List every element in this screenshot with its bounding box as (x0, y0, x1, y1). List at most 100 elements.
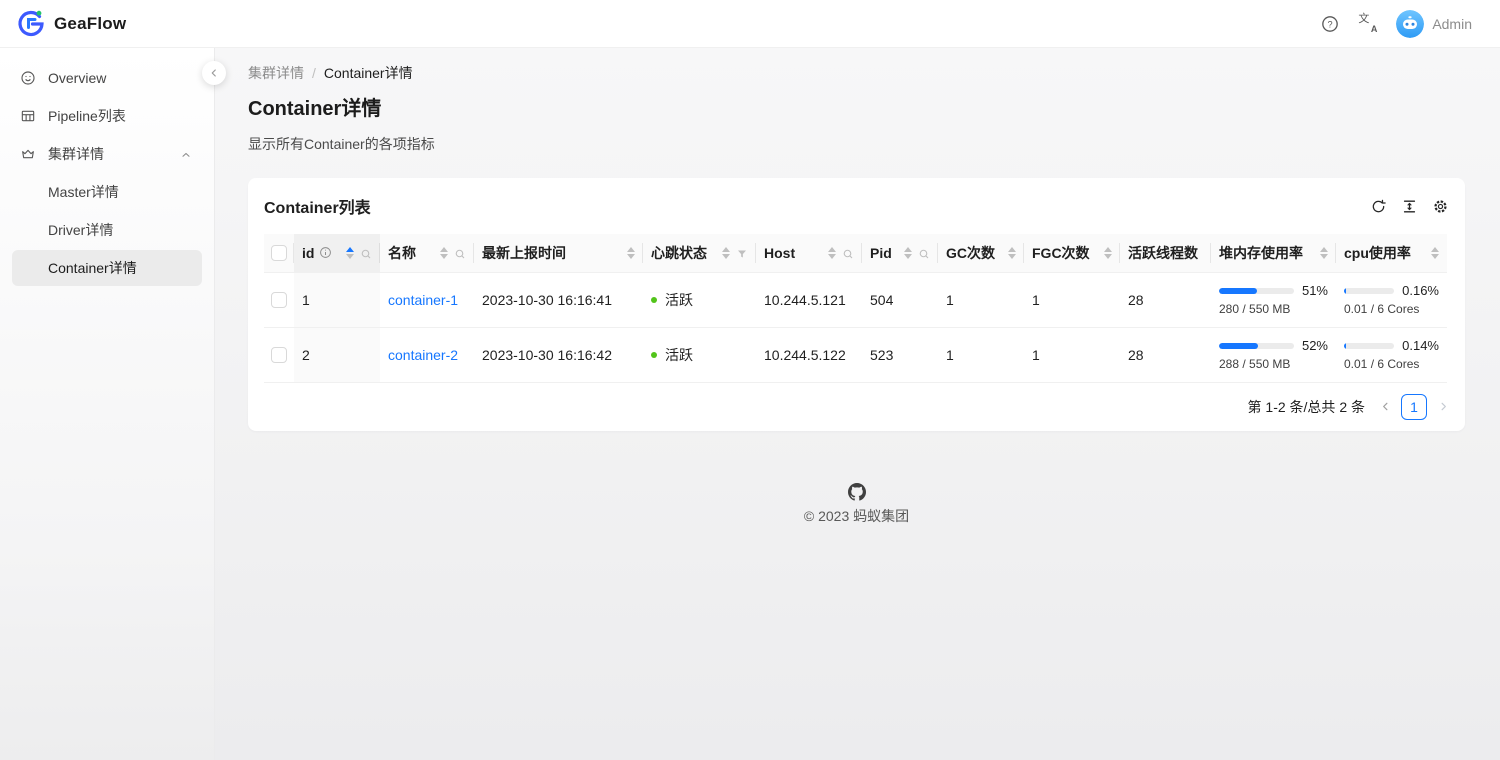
sort-icon[interactable] (1008, 247, 1016, 259)
sort-icon[interactable] (828, 247, 836, 259)
table-header-row: id (264, 234, 1447, 272)
main-layout: Overview Pipeline列表 集群详情 (0, 48, 1500, 760)
user-menu[interactable]: Admin (1396, 10, 1472, 38)
cpu-progress-bar (1344, 288, 1394, 294)
crown-icon (20, 146, 36, 162)
help-icon[interactable]: ? (1320, 14, 1340, 34)
cell-host: 10.244.5.122 (756, 327, 862, 382)
cell-report-time: 2023-10-30 16:16:42 (474, 327, 643, 382)
column-header-name[interactable]: 名称 (380, 234, 474, 272)
refresh-icon[interactable] (1370, 198, 1387, 215)
select-all-checkbox[interactable] (271, 245, 287, 261)
column-header-pid[interactable]: Pid (862, 234, 938, 272)
translation-icon[interactable]: 文 A (1358, 14, 1378, 34)
column-header-cpu[interactable]: cpu使用率 (1336, 234, 1447, 272)
cell-id: 2 (294, 327, 380, 382)
geaflow-logo-icon (16, 9, 46, 39)
column-header-heap[interactable]: 堆内存使用率 (1211, 234, 1336, 272)
breadcrumb-parent[interactable]: 集群详情 (248, 63, 304, 83)
table-icon (20, 108, 36, 124)
row-checkbox[interactable] (271, 347, 287, 363)
brand-logo-link[interactable]: GeaFlow (16, 9, 126, 39)
cell-fgc: 1 (1024, 272, 1120, 327)
cell-gc: 1 (938, 272, 1024, 327)
sidebar-item-container-detail[interactable]: Container详情 (12, 250, 202, 286)
content-area: 集群详情 / Container详情 Container详情 显示所有Conta… (215, 48, 1500, 760)
density-icon[interactable] (1401, 198, 1418, 215)
cell-pid: 523 (862, 327, 938, 382)
sidebar-item-label: Container详情 (48, 258, 137, 278)
heap-usage-metric: 51% 280 / 550 MB (1219, 283, 1328, 316)
sidebar-item-driver-detail[interactable]: Driver详情 (12, 212, 202, 248)
chevron-left-icon (208, 67, 220, 79)
pagination-page-1[interactable]: 1 (1401, 394, 1427, 420)
sort-icon[interactable] (440, 247, 448, 259)
column-header-fgc[interactable]: FGC次数 (1024, 234, 1120, 272)
container-link[interactable]: container-1 (388, 292, 458, 308)
card-toolbar (1370, 198, 1449, 215)
sort-icon[interactable] (1320, 247, 1328, 259)
svg-text:?: ? (1328, 19, 1333, 29)
container-link[interactable]: container-2 (388, 347, 458, 363)
sort-icon[interactable] (722, 247, 730, 259)
sidebar: Overview Pipeline列表 集群详情 (0, 48, 215, 760)
search-icon[interactable] (454, 247, 466, 259)
breadcrumb-current: Container详情 (324, 63, 413, 83)
brand-name: GeaFlow (54, 14, 126, 34)
github-icon[interactable] (848, 483, 866, 501)
container-table: id (264, 234, 1449, 383)
filter-funnel-icon[interactable] (736, 247, 748, 259)
column-header-host[interactable]: Host (756, 234, 862, 272)
pagination-summary: 第 1-2 条/总共 2 条 (1248, 397, 1365, 417)
settings-gear-icon[interactable] (1432, 198, 1449, 215)
search-icon[interactable] (842, 247, 854, 259)
sidebar-item-master-detail[interactable]: Master详情 (12, 174, 202, 210)
sidebar-item-pipeline-list[interactable]: Pipeline列表 (12, 98, 202, 134)
cell-pid: 504 (862, 272, 938, 327)
sort-icon[interactable] (346, 247, 354, 259)
column-header-gc[interactable]: GC次数 (938, 234, 1024, 272)
search-icon[interactable] (918, 247, 930, 259)
column-header-heartbeat[interactable]: 心跳状态 (643, 234, 756, 272)
cell-host: 10.244.5.121 (756, 272, 862, 327)
table-row: 2 container-2 2023-10-30 16:16:42 活跃 10 (264, 327, 1447, 382)
sort-icon[interactable] (904, 247, 912, 259)
breadcrumb: 集群详情 / Container详情 (248, 63, 1465, 83)
container-list-card: Container列表 (248, 178, 1465, 431)
search-icon[interactable] (360, 247, 372, 259)
user-name: Admin (1432, 16, 1472, 32)
status-badge: 活跃 (651, 290, 748, 310)
copyright-text: © 2023 蚂蚁集团 (804, 506, 909, 526)
pagination-prev-icon[interactable] (1379, 401, 1391, 413)
table-row: 1 container-1 2023-10-30 16:16:41 活跃 10 (264, 272, 1447, 327)
smile-icon (20, 70, 36, 86)
sort-icon[interactable] (1104, 247, 1112, 259)
cell-threads: 28 (1120, 327, 1211, 382)
cell-threads: 28 (1120, 272, 1211, 327)
page-title: Container详情 (248, 92, 1465, 121)
cell-report-time: 2023-10-30 16:16:41 (474, 272, 643, 327)
sort-icon[interactable] (627, 247, 635, 259)
column-header-report-time[interactable]: 最新上报时间 (474, 234, 643, 272)
chevron-up-icon (180, 148, 192, 160)
page-description: 显示所有Container的各项指标 (248, 134, 1465, 154)
sidebar-item-label: 集群详情 (48, 144, 104, 164)
cell-gc: 1 (938, 327, 1024, 382)
cell-fgc: 1 (1024, 327, 1120, 382)
pagination-next-icon[interactable] (1437, 401, 1449, 413)
sidebar-item-cluster-detail[interactable]: 集群详情 (12, 136, 202, 172)
sidebar-collapse-button[interactable] (202, 61, 226, 85)
pagination: 第 1-2 条/总共 2 条 1 (264, 383, 1449, 431)
row-checkbox[interactable] (271, 292, 287, 308)
column-header-threads[interactable]: 活跃线程数 (1120, 234, 1211, 272)
breadcrumb-separator: / (312, 65, 316, 81)
cpu-usage-metric: 0.16% 0.01 / 6 Cores (1344, 283, 1439, 316)
sort-icon[interactable] (1431, 247, 1439, 259)
sidebar-item-label: Driver详情 (48, 220, 113, 240)
card-title: Container列表 (264, 194, 371, 218)
top-bar-right: ? 文 A (1320, 10, 1472, 38)
column-header-id[interactable]: id (294, 234, 380, 272)
select-all-header (264, 234, 294, 272)
cell-id: 1 (294, 272, 380, 327)
sidebar-item-overview[interactable]: Overview (12, 60, 202, 96)
